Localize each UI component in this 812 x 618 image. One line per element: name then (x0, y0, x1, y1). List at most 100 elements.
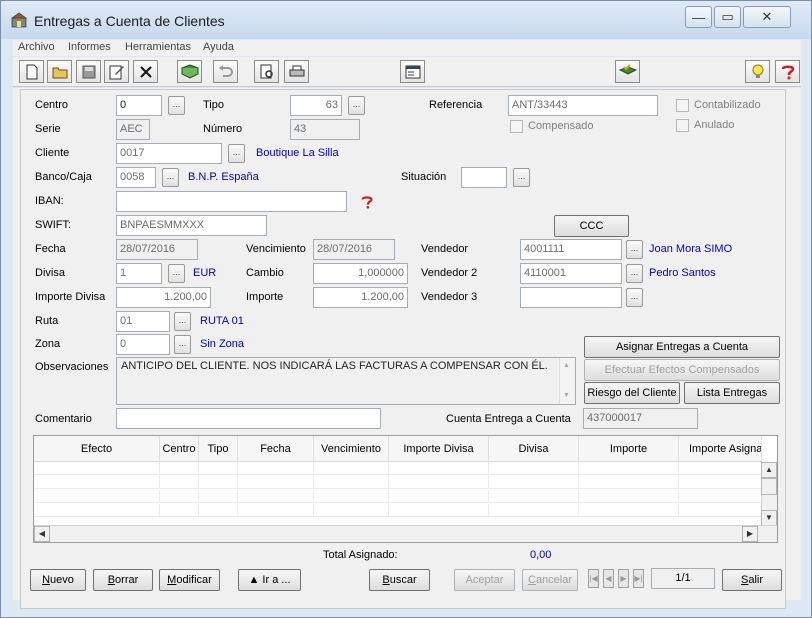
ccc-button[interactable]: CCC (554, 215, 629, 237)
menu-informes[interactable]: Informes (68, 41, 111, 53)
centro-field[interactable]: 0 (116, 95, 162, 116)
nuevo-button[interactable]: Nuevo (30, 569, 86, 591)
table-cell[interactable] (389, 476, 489, 489)
tipo-lookup-button[interactable]: ... (348, 96, 365, 115)
table-cell[interactable] (489, 504, 579, 517)
ir-a-button[interactable]: ▲ Ir a ... (238, 569, 301, 591)
undo-button[interactable] (213, 60, 238, 83)
scroll-down-icon[interactable]: ▼ (761, 510, 777, 526)
book-button[interactable] (177, 60, 202, 83)
table-cell[interactable] (160, 462, 199, 475)
col-efecto[interactable]: Efecto (34, 436, 160, 462)
scroll-up-icon[interactable]: ▲ (761, 462, 777, 478)
cliente-lookup-button[interactable]: ... (228, 144, 245, 163)
table-cell[interactable] (679, 462, 762, 475)
divisa-lookup-button[interactable]: ... (168, 264, 185, 283)
open-button[interactable] (47, 60, 72, 83)
table-cell[interactable] (389, 462, 489, 475)
table-cell[interactable] (579, 476, 679, 489)
help-button[interactable] (775, 60, 800, 83)
prev-record-icon[interactable]: ◀ (603, 569, 614, 588)
divisa-field[interactable]: 1 (116, 263, 162, 284)
modificar-button[interactable]: Modificar (159, 569, 220, 591)
serie-field[interactable]: AEC (116, 119, 150, 140)
vendedor-lookup-button[interactable]: ... (626, 240, 643, 259)
efectos-grid[interactable]: Efecto Centro Tipo Fecha Vencimiento Imp… (33, 435, 778, 543)
importe-divisa-field[interactable]: 1.200,00 (116, 287, 211, 308)
anulado-checkbox[interactable] (676, 119, 689, 132)
first-record-icon[interactable]: |◀ (588, 569, 599, 588)
comentario-field[interactable] (116, 408, 381, 429)
banco-lookup-button[interactable]: ... (162, 168, 179, 187)
observaciones-memo[interactable]: ANTICIPO DEL CLIENTE. NOS INDICARÁ LAS F… (116, 357, 576, 405)
scroll-thumb[interactable] (761, 478, 777, 495)
table-cell[interactable] (160, 476, 199, 489)
save-button[interactable] (76, 60, 101, 83)
table-row[interactable] (34, 490, 762, 503)
scroll-left-icon[interactable]: ◀ (34, 526, 50, 542)
col-importe[interactable]: Importe (579, 436, 679, 462)
next-record-icon[interactable]: ▶ (618, 569, 629, 588)
table-cell[interactable] (314, 462, 389, 475)
swift-field[interactable]: BNPAESMMXXX (116, 215, 267, 236)
fecha-field[interactable]: 28/07/2016 (116, 239, 198, 260)
table-cell[interactable] (34, 476, 160, 489)
table-cell[interactable] (238, 462, 314, 475)
close-window-button[interactable]: ✕ (743, 6, 791, 28)
menu-herramientas[interactable]: Herramientas (125, 41, 191, 53)
print-button[interactable] (284, 60, 309, 83)
edit-button[interactable] (104, 60, 129, 83)
importe-field[interactable]: 1.200,00 (313, 287, 408, 308)
table-cell[interactable] (238, 476, 314, 489)
last-record-icon[interactable]: ▶| (633, 569, 644, 588)
banco-field[interactable]: 0058 (116, 167, 156, 188)
table-cell[interactable] (679, 476, 762, 489)
table-cell[interactable] (199, 462, 238, 475)
vendedor2-lookup-button[interactable]: ... (626, 264, 643, 283)
ruta-field[interactable]: 01 (116, 311, 170, 332)
grid-horizontal-scrollbar[interactable]: ◀ ▶ (34, 525, 777, 542)
tips-button[interactable] (745, 60, 770, 83)
cambio-field[interactable]: 1,000000 (313, 263, 408, 284)
col-vencimiento[interactable]: Vencimiento (314, 436, 389, 462)
delete-button[interactable] (133, 60, 158, 83)
cliente-field[interactable]: 0017 (116, 143, 222, 164)
col-fecha[interactable]: Fecha (238, 436, 314, 462)
table-cell[interactable] (160, 504, 199, 517)
borrar-button[interactable]: Borrar (93, 569, 153, 591)
numero-field[interactable]: 43 (290, 119, 360, 140)
table-cell[interactable] (314, 476, 389, 489)
new-button[interactable] (19, 60, 44, 83)
zona-field[interactable]: 0 (116, 334, 170, 355)
compensado-checkbox[interactable] (510, 120, 523, 133)
table-cell[interactable] (34, 462, 160, 475)
asignar-entregas-button[interactable]: Asignar Entregas a Cuenta (584, 336, 780, 358)
vendedor2-field[interactable]: 4110001 (520, 263, 622, 284)
preview-button[interactable] (254, 60, 279, 83)
table-cell[interactable] (489, 490, 579, 503)
centro-lookup-button[interactable]: ... (168, 96, 185, 115)
table-cell[interactable] (238, 490, 314, 503)
observaciones-scrollbar[interactable]: ▲ ▼ (559, 358, 575, 404)
col-importe-asignado[interactable]: Importe Asigna (679, 436, 762, 462)
vendedor3-field[interactable] (520, 287, 622, 308)
vendedor3-lookup-button[interactable]: ... (626, 288, 643, 307)
col-tipo[interactable]: Tipo (199, 436, 238, 462)
table-cell[interactable] (389, 490, 489, 503)
table-cell[interactable] (579, 504, 679, 517)
contabilizado-checkbox[interactable] (676, 99, 689, 112)
aceptar-button[interactable]: Aceptar (454, 569, 515, 591)
scroll-right-icon[interactable]: ▶ (742, 526, 758, 542)
table-cell[interactable] (199, 490, 238, 503)
table-cell[interactable] (34, 490, 160, 503)
table-cell[interactable] (489, 476, 579, 489)
tipo-field[interactable]: 63 (290, 95, 342, 116)
table-cell[interactable] (489, 462, 579, 475)
table-cell[interactable] (679, 504, 762, 517)
referencia-field[interactable]: ANT/33443 (508, 95, 658, 116)
grid-vertical-scrollbar[interactable]: ▲ ▼ (761, 462, 777, 526)
zona-lookup-button[interactable]: ... (174, 335, 191, 354)
table-row[interactable] (34, 504, 762, 517)
table-row[interactable] (34, 462, 762, 475)
table-cell[interactable] (160, 490, 199, 503)
